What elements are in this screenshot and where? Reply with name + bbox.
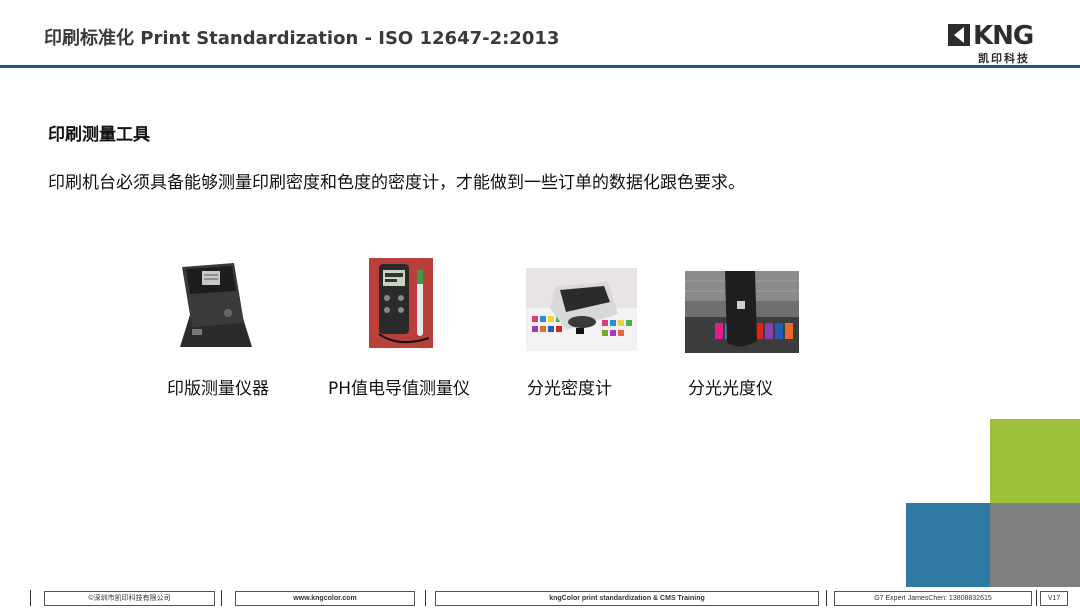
page-title: 印刷标准化 Print Standardization - ISO 12647-… [44, 28, 560, 49]
section-heading: 印刷测量工具 [48, 125, 150, 145]
spectrophotometer-image [685, 271, 799, 353]
ph-meter-image [369, 258, 433, 348]
plate-reader-image [172, 257, 258, 353]
footer-version: V17 [1040, 591, 1068, 606]
logo-mark-icon [948, 24, 970, 46]
decor-green-square [990, 419, 1080, 503]
footer-separator [425, 590, 426, 606]
decor-blue-square [906, 503, 990, 587]
footer-contact: G7 Expert JamesChen: 13808832615 [834, 591, 1032, 606]
spectrodensitometer-image [526, 268, 637, 351]
section-description: 印刷机台必须具备能够测量印刷密度和色度的密度计，才能做到一些订单的数据化跟色要求… [48, 173, 745, 193]
tool-label-spectrodensitometer: 分光密度计 [527, 379, 612, 399]
footer-separator [826, 590, 827, 606]
kng-logo: KNG 凯印科技 [948, 21, 1058, 68]
decor-gray-square [990, 503, 1080, 587]
tool-label-spectrophotometer: 分光光度仪 [688, 379, 773, 399]
footer-website: www.kngcolor.com [235, 591, 415, 606]
footer-separator [1036, 590, 1037, 606]
footer-bar: ©深圳市凯印科技有限公司 www.kngcolor.com kngColor p… [0, 585, 1080, 611]
header-divider [0, 65, 1080, 68]
logo-letters: KNG [973, 21, 1034, 51]
footer-separator [221, 590, 222, 606]
tool-label-ph-meter: PH值电导值测量仪 [328, 379, 471, 399]
footer-training: kngColor print standardization & CMS Tra… [435, 591, 819, 606]
footer-company: ©深圳市凯印科技有限公司 [44, 591, 215, 606]
tool-label-plate-reader: 印版测量仪器 [167, 379, 269, 399]
logo-chinese-name: 凯印科技 [978, 52, 1030, 65]
footer-separator [30, 590, 31, 606]
